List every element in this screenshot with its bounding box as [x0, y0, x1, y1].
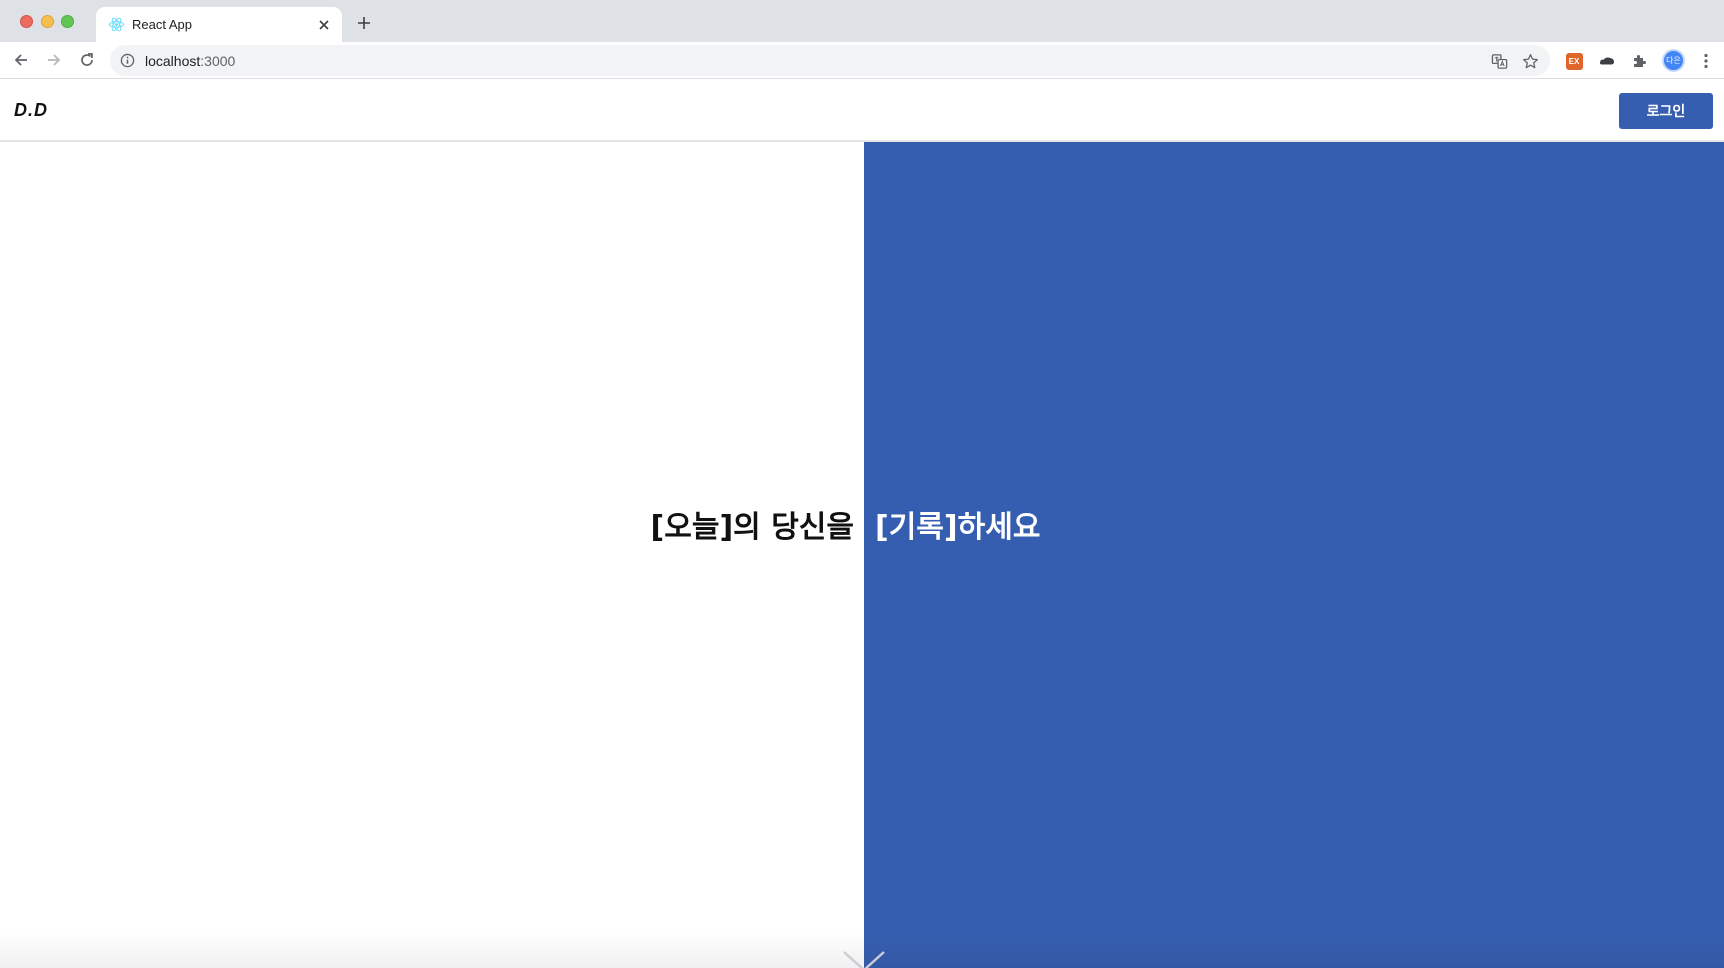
url-port: :3000: [200, 53, 236, 69]
hero-left-panel: [오늘]의 당신을: [0, 142, 864, 968]
close-icon[interactable]: [315, 16, 333, 34]
forward-arrow-icon[interactable]: [43, 49, 65, 71]
app-header: D.D 로그인: [0, 80, 1724, 142]
close-window-button[interactable]: [20, 15, 33, 28]
browser-window: React App localhost:3000 EX 다은 D.D 로그인 […: [0, 0, 1724, 968]
tab-title: React App: [132, 17, 192, 32]
kebab-menu-icon[interactable]: [1696, 51, 1716, 71]
headline-left-text: [오늘]의 당신을: [650, 510, 854, 545]
headline-right-text: [기록]하세요: [875, 510, 1041, 545]
minimize-window-button[interactable]: [41, 15, 54, 28]
extension-ex-icon[interactable]: EX: [1564, 51, 1584, 71]
address-bar[interactable]: localhost:3000: [110, 45, 1550, 76]
star-icon[interactable]: [1520, 51, 1540, 71]
app-logo[interactable]: D.D: [14, 100, 48, 121]
url-host: localhost: [145, 53, 201, 69]
reload-icon[interactable]: [76, 49, 98, 71]
double-chevron-down-icon[interactable]: [842, 950, 886, 968]
translate-icon[interactable]: [1489, 51, 1509, 71]
back-arrow-icon[interactable]: [10, 49, 32, 71]
extension-ex-label: EX: [1565, 52, 1583, 70]
login-button[interactable]: 로그인: [1619, 93, 1713, 129]
tab-react-app[interactable]: React App: [96, 7, 342, 42]
url-text: localhost:3000: [145, 53, 235, 69]
hero-section: [오늘]의 당신을 [기록]하세요: [0, 142, 1724, 968]
web-page: D.D 로그인 [오늘]의 당신을 [기록]하세요: [0, 80, 1724, 968]
maximize-window-button[interactable]: [61, 15, 74, 28]
hero-right-panel: [기록]하세요: [864, 142, 1724, 968]
profile-avatar[interactable]: 다은: [1662, 49, 1685, 72]
tab-strip: React App: [0, 0, 1724, 42]
plus-icon[interactable]: [354, 13, 374, 33]
info-icon[interactable]: [120, 53, 135, 68]
browser-toolbar: localhost:3000 EX 다은: [0, 42, 1724, 79]
react-logo-icon: [108, 16, 125, 33]
puzzle-icon[interactable]: [1629, 51, 1649, 71]
extension-cloud-icon[interactable]: [1597, 51, 1617, 71]
